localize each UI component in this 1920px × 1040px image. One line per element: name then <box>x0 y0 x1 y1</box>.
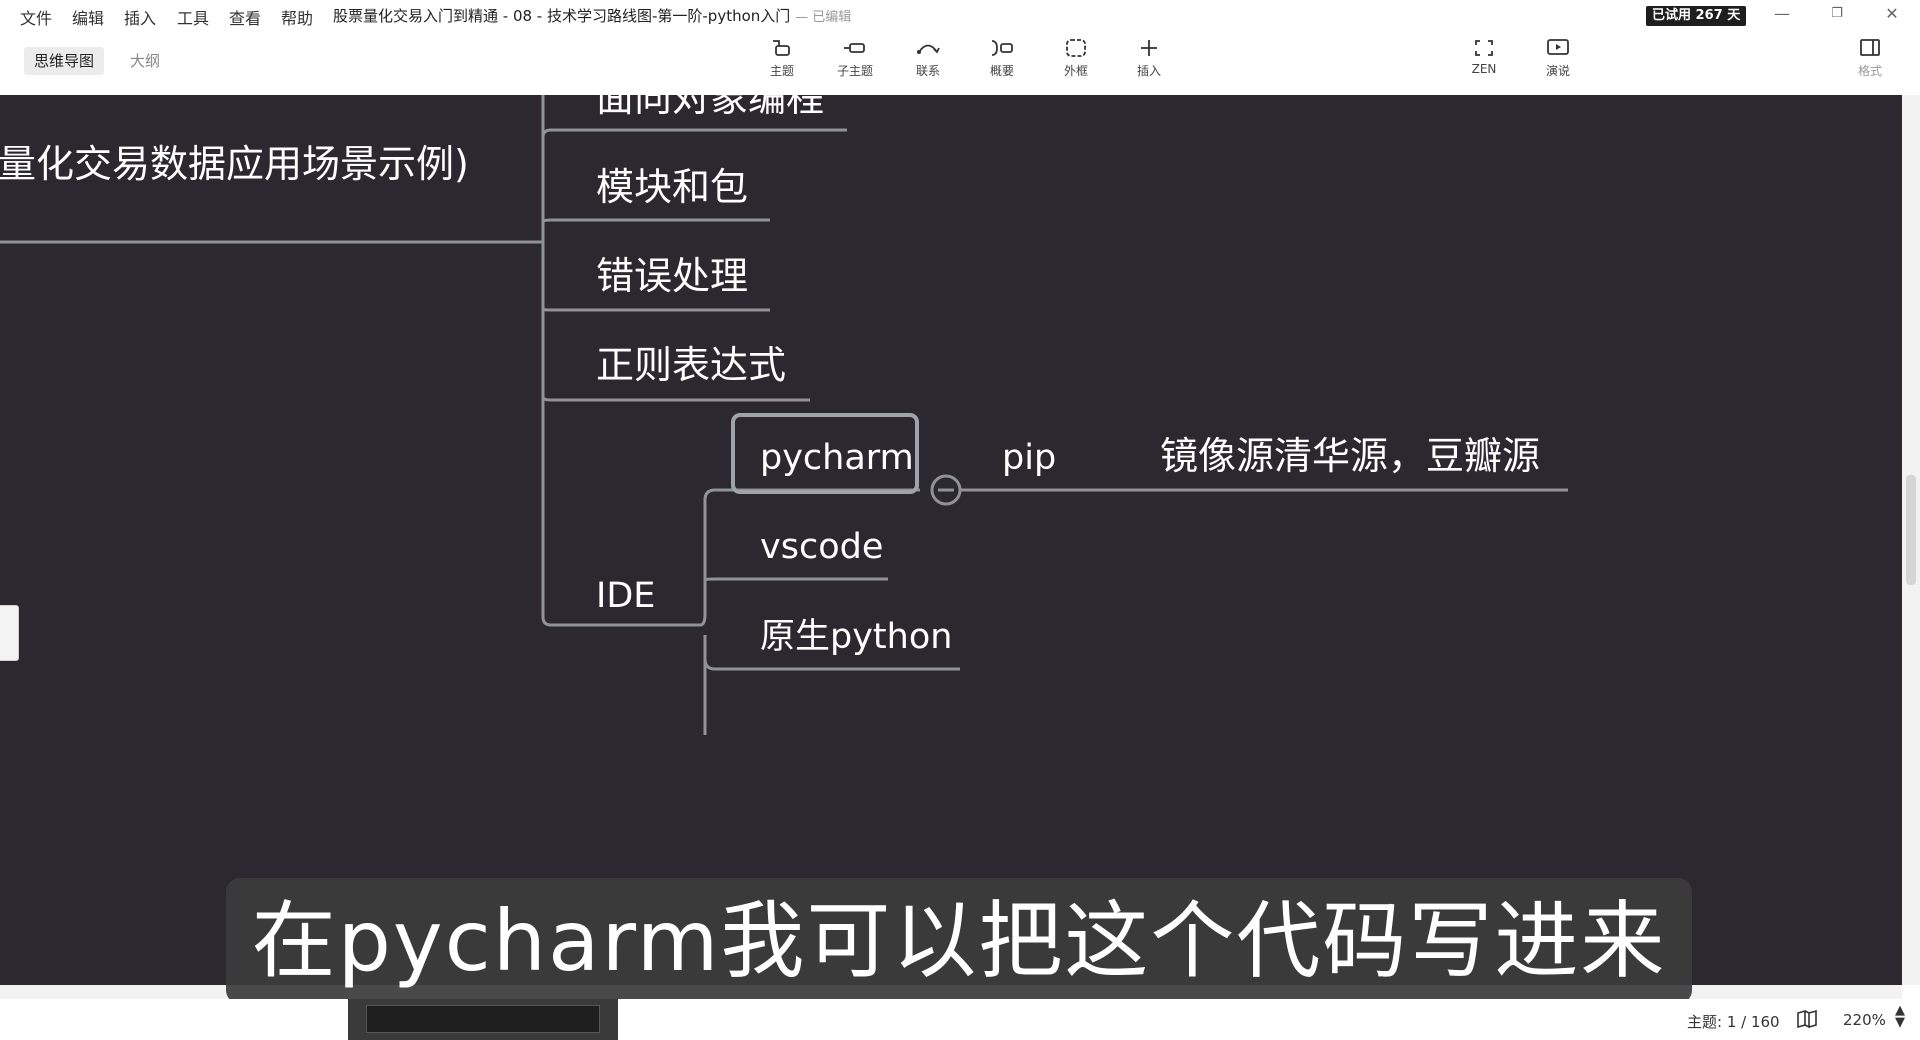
tab-mindmap[interactable]: 思维导图 <box>24 47 105 75</box>
zen-icon <box>1475 40 1493 56</box>
edit-status: — 已编辑 <box>795 10 852 25</box>
trial-badge[interactable]: 已试用 267 天 <box>1646 6 1747 26</box>
topic-count: 主题: 1 / 160 <box>1687 1013 1780 1031</box>
summary-icon <box>991 40 1013 56</box>
document-title: 股票量化交易入门到精通 - 08 - 技术学习路线图-第一阶-python入门 … <box>333 5 851 26</box>
zoom-stepper-icon[interactable]: ▲ ▼ <box>1895 1004 1905 1029</box>
branch-underline-modules <box>541 218 770 223</box>
relationship-icon <box>917 44 940 54</box>
menu-view[interactable]: 查看 <box>229 5 261 29</box>
present-label: 演说 <box>1545 64 1570 78</box>
subtopic-label: 子主题 <box>836 64 873 78</box>
subtopic-icon <box>844 43 865 53</box>
format-label: 格式 <box>1857 64 1882 78</box>
branch-underline-errors <box>541 307 770 312</box>
video-subtitle: 在pycharm我可以把这个代码写进来 <box>226 878 1692 1004</box>
topic-vscode[interactable]: vscode <box>760 527 883 567</box>
topic-button[interactable]: 主题 <box>752 37 812 79</box>
boundary-label: 外框 <box>1063 64 1088 78</box>
restore-button[interactable]: ❐ <box>1825 2 1849 26</box>
menu-tools[interactable]: 工具 <box>177 5 209 29</box>
zen-button[interactable]: ZEN <box>1454 37 1514 76</box>
book-icon[interactable] <box>1796 1009 1818 1029</box>
menu-help[interactable]: 帮助 <box>281 5 313 29</box>
branch-spine <box>541 95 552 627</box>
insert-button[interactable]: 插入 <box>1119 37 1179 79</box>
close-button[interactable]: ✕ <box>1880 2 1904 26</box>
minimap-thumbnail[interactable] <box>348 999 618 1040</box>
topic-oop[interactable]: 面向对象编程 <box>596 95 824 120</box>
insert-label: 插入 <box>1136 64 1161 78</box>
topic-pycharm[interactable]: pycharm <box>760 438 914 478</box>
tab-outline[interactable]: 大纲 <box>120 47 170 75</box>
document-title-text: 股票量化交易入门到精通 - 08 - 技术学习路线图-第一阶-python入门 <box>333 7 791 25</box>
topic-pip[interactable]: pip <box>1002 438 1056 478</box>
side-panel-handle[interactable] <box>0 605 19 661</box>
subtitle-text: 在pycharm我可以把这个代码写进来 <box>251 892 1667 990</box>
boundary-icon <box>1066 39 1086 57</box>
zen-label: ZEN <box>1471 62 1497 76</box>
parent-topic-fragment[interactable]: 量化交易数据应用场景示例) <box>0 142 469 186</box>
topic-label: 主题 <box>769 64 794 78</box>
relationship-button[interactable]: 联系 <box>898 37 958 79</box>
plus-icon <box>1141 40 1157 56</box>
title-toolbar: 文件 编辑 插入 工具 查看 帮助 股票量化交易入门到精通 - 08 - 技术学… <box>0 0 1920 96</box>
present-icon <box>1547 39 1569 55</box>
menu-file[interactable]: 文件 <box>20 5 52 29</box>
summary-button[interactable]: 概要 <box>972 37 1032 79</box>
minimize-button[interactable]: — <box>1770 2 1794 26</box>
topic-icon <box>773 40 790 56</box>
format-panel-button[interactable]: 格式 <box>1840 37 1900 79</box>
zoom-level[interactable]: 220% <box>1843 1011 1886 1029</box>
branch-underline-regex <box>541 396 810 402</box>
branch-underline-oop <box>541 128 847 138</box>
topic-modules[interactable]: 模块和包 <box>596 165 748 209</box>
vscode-underline <box>703 577 888 615</box>
vertical-scrollbar-thumb[interactable] <box>1906 475 1916 585</box>
topic-errors[interactable]: 错误处理 <box>596 254 748 298</box>
mindmap-diagram: 量化交易数据应用场景示例) 面向对象编程 模块和包 错误处理 正则表达式 IDE… <box>0 95 1568 735</box>
subtopic-button[interactable]: 子主题 <box>825 37 885 79</box>
menu-edit[interactable]: 编辑 <box>72 5 104 29</box>
vertical-scrollbar[interactable] <box>1902 95 1920 985</box>
summary-label: 概要 <box>989 64 1014 78</box>
boundary-button[interactable]: 外框 <box>1046 37 1106 79</box>
relationship-label: 联系 <box>915 64 940 78</box>
topic-ide[interactable]: IDE <box>596 576 655 616</box>
panel-icon <box>1860 39 1880 56</box>
topic-mirror-sources[interactable]: 镜像源清华源，豆瓣源 <box>1160 434 1540 478</box>
mindmap-canvas[interactable]: 量化交易数据应用场景示例) 面向对象编程 模块和包 错误处理 正则表达式 IDE… <box>0 95 1902 985</box>
topic-native-python[interactable]: 原生python <box>760 617 952 657</box>
present-button[interactable]: 演说 <box>1528 37 1588 79</box>
topic-regex[interactable]: 正则表达式 <box>596 343 786 387</box>
status-bar: 主题: 1 / 160 220% ▲ ▼ <box>0 999 1920 1040</box>
menu-insert[interactable]: 插入 <box>124 5 156 29</box>
